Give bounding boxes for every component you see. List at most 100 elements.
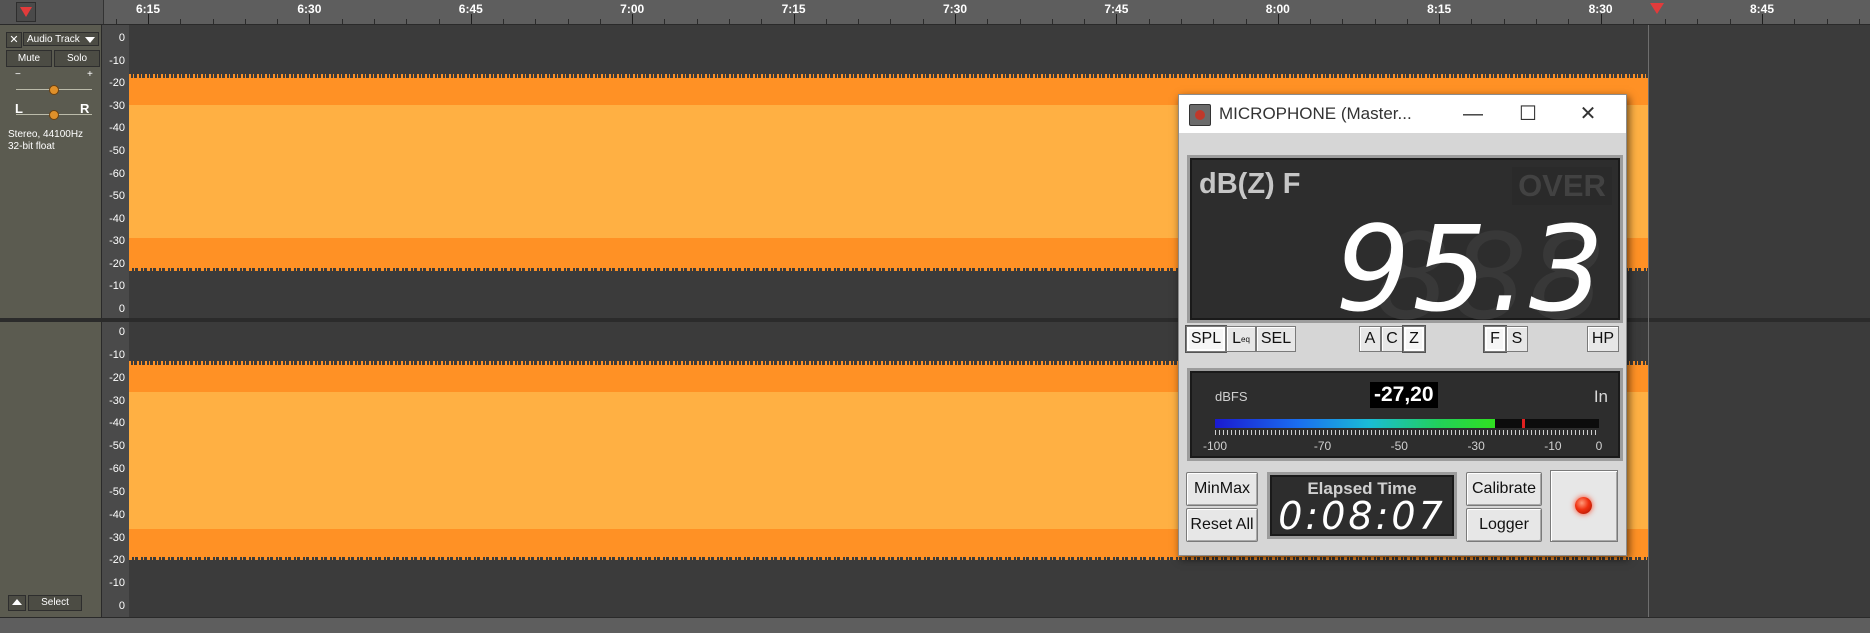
db-scale-label: -40	[109, 417, 125, 430]
mute-button[interactable]: Mute	[6, 50, 52, 67]
record-led-icon	[1575, 497, 1592, 514]
ruler-minor-tick	[922, 19, 924, 24]
track-info: Stereo, 44100Hz 32-bit float	[8, 129, 83, 153]
ruler-minor-tick	[1406, 19, 1408, 24]
ruler-minor-tick	[858, 19, 860, 24]
a-weighting-button[interactable]: A	[1359, 326, 1381, 352]
gain-minus-label: −	[15, 69, 21, 80]
spl-display: dB(Z) F OVER 888 95.3	[1187, 155, 1623, 346]
record-button[interactable]	[1550, 470, 1618, 542]
ruler-minor-tick	[890, 19, 892, 24]
ruler-time-label: 7:45	[1104, 2, 1129, 16]
db-scale-top: 0 -10 -20 -30 -40 -50 -60 -50 -40 -30 -20 -10 0	[102, 25, 130, 318]
ruler-minor-tick	[1084, 19, 1086, 24]
collapse-track-icon[interactable]	[8, 595, 26, 611]
ruler-time-label: 8:45	[1749, 2, 1775, 16]
ruler-minor-tick	[1310, 19, 1312, 24]
ruler-minor-tick	[1826, 19, 1828, 24]
calibrate-button[interactable]: Calibrate	[1466, 472, 1542, 506]
leq-button[interactable]: Leq	[1226, 326, 1256, 352]
level-bar-ticks	[1215, 430, 1599, 435]
leq-main: L	[1232, 330, 1241, 347]
spl-value: 95.3	[1335, 200, 1606, 338]
ruler-minor-tick	[1342, 19, 1344, 24]
track-header: ✕ Audio Track	[6, 32, 100, 48]
ruler-minor-tick	[535, 19, 537, 24]
reset-all-button[interactable]: Reset All	[1186, 508, 1258, 542]
elapsed-time-display: Elapsed Time 0:08:07	[1267, 472, 1457, 539]
ruler-minor-tick	[277, 19, 279, 24]
db-scale-label: -10	[109, 280, 125, 293]
close-button[interactable]: ✕	[1568, 99, 1608, 129]
fast-button[interactable]: F	[1484, 326, 1506, 352]
gain-slider-thumb[interactable]	[49, 85, 59, 95]
spl-button[interactable]: SPL	[1186, 326, 1226, 352]
track-format: Stereo, 44100Hz	[8, 129, 84, 140]
ruler-minor-tick	[729, 19, 731, 24]
ruler-minor-tick	[373, 19, 375, 24]
play-cursor-line	[1648, 25, 1649, 617]
dbfs-value: -27,20	[1370, 382, 1438, 408]
sel-button[interactable]: SEL	[1256, 326, 1296, 352]
select-track-button[interactable]: Select	[28, 595, 82, 611]
level-bar-fill	[1215, 419, 1495, 428]
db-scale-label: -10	[109, 54, 125, 67]
ruler-minor-tick	[1568, 19, 1570, 24]
minimize-button[interactable]: —	[1453, 99, 1493, 129]
ruler-minor-tick	[1019, 19, 1021, 24]
timeline-ruler[interactable]: 6:15 6:30 6:45 7:00 7:15 7:30 7:45 8:00 8:15 8:30…	[0, 0, 1870, 25]
time-weighting-group: F S	[1484, 326, 1528, 354]
input-label: In	[1593, 387, 1608, 406]
ruler-time-label: 6:15	[135, 2, 161, 16]
ruler-minor-tick	[341, 19, 343, 24]
ruler-minor-tick	[761, 19, 763, 24]
window-title: MICROPHONE (Master...	[1219, 104, 1412, 123]
ruler-minor-tick	[180, 19, 182, 24]
db-scale-label: -20	[109, 554, 125, 567]
ruler-minor-tick	[599, 19, 601, 24]
level-bar	[1215, 419, 1599, 428]
peak-hold-marker	[1522, 419, 1526, 428]
track-name-menu[interactable]: Audio Track	[23, 32, 99, 46]
db-scale-label: -50	[109, 485, 125, 498]
ruler-minor-tick	[244, 19, 246, 24]
hp-button[interactable]: HP	[1587, 326, 1619, 352]
ruler-time-label: 6:45	[458, 2, 483, 16]
ruler-time-label: 8:15	[1427, 2, 1452, 16]
level-tick-label: 0	[1595, 439, 1603, 453]
slow-button[interactable]: S	[1506, 326, 1528, 352]
gain-plus-label: +	[87, 69, 93, 80]
ruler-minor-tick	[1471, 19, 1473, 24]
track-close-button[interactable]: ✕	[6, 32, 22, 48]
minmax-button[interactable]: MinMax	[1186, 472, 1258, 506]
logger-button[interactable]: Logger	[1466, 508, 1542, 542]
ruler-minor-tick	[1536, 19, 1538, 24]
spl-meter-window: MICROPHONE (Master... — ☐ ✕ dB(Z) F OVER…	[1178, 94, 1627, 556]
db-scale-label: -30	[109, 531, 125, 544]
ruler-minor-tick	[1503, 19, 1505, 24]
ruler-time-label: 6:30	[297, 2, 322, 16]
level-tick-label: -50	[1390, 439, 1408, 453]
ruler-minor-tick	[987, 19, 989, 24]
horizontal-scrollbar[interactable]	[0, 617, 1870, 633]
weighting-group: A C Z	[1359, 326, 1425, 354]
playhead-arrow-icon[interactable]	[16, 2, 36, 22]
solo-button[interactable]: Solo	[54, 50, 100, 67]
z-weighting-button[interactable]: Z	[1403, 326, 1425, 352]
maximize-button[interactable]: ☐	[1508, 99, 1548, 129]
db-scale-label: -30	[109, 394, 125, 407]
c-weighting-button[interactable]: C	[1381, 326, 1403, 352]
pan-slider-thumb[interactable]	[49, 110, 59, 120]
level-tick-label: -100	[1202, 439, 1228, 453]
ruler-minor-tick	[1794, 19, 1796, 24]
db-scale-label: -20	[109, 371, 125, 384]
db-scale-label: -60	[109, 167, 125, 180]
app-icon	[1189, 104, 1211, 126]
ruler-minor-tick	[696, 19, 698, 24]
window-titlebar[interactable]: MICROPHONE (Master... — ☐ ✕	[1179, 95, 1626, 133]
play-position-marker-icon[interactable]	[1650, 3, 1664, 14]
ruler-minor-tick	[1858, 19, 1860, 24]
db-scale-label: -50	[109, 440, 125, 453]
weighting-mode-label: dB(Z) F	[1199, 168, 1301, 200]
level-tick-label: -30	[1467, 439, 1485, 453]
